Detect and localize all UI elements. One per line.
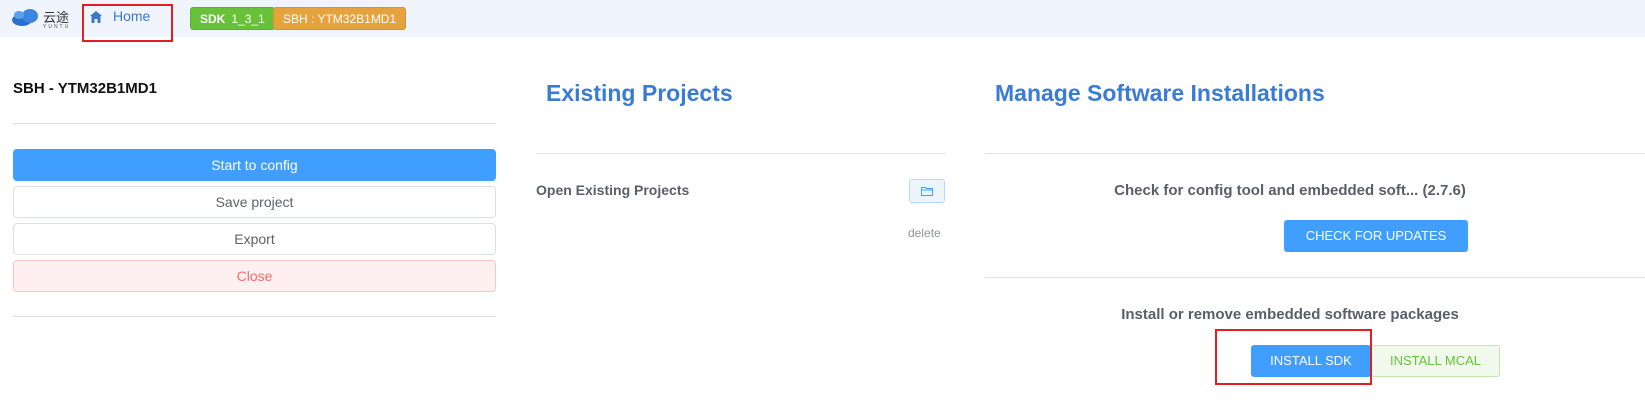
check-for-updates-button[interactable]: CHECK FOR UPDATES	[1284, 220, 1468, 252]
chip-title: SBH - YTM32B1MD1	[13, 80, 157, 97]
app-logo: 云途 YUNTU	[10, 4, 72, 32]
middle-divider	[536, 153, 945, 154]
left-divider-bottom	[13, 316, 496, 317]
open-folder-button[interactable]	[909, 179, 945, 203]
right-divider-top	[985, 153, 1645, 154]
install-packages-label: Install or remove embedded software pack…	[1121, 306, 1459, 323]
manage-software-title: Manage Software Installations	[995, 80, 1325, 106]
open-existing-projects-label: Open Existing Projects	[536, 182, 690, 198]
existing-projects-title: Existing Projects	[546, 80, 733, 106]
sdk-tag-version: 1_3_1	[231, 12, 265, 26]
logo-subtext: YUNTU	[43, 24, 71, 30]
left-divider-top	[13, 123, 496, 124]
cloud-logo-icon	[12, 9, 38, 26]
sbh-tag[interactable]: SBH : YTM32B1MD1	[273, 7, 407, 30]
home-icon	[90, 11, 102, 23]
home-label: Home	[113, 8, 151, 24]
top-bar: 云途 YUNTU Home SDK 1_3_1 SBH : YTM32B1MD1	[0, 0, 1645, 37]
close-button[interactable]: Close	[13, 260, 496, 292]
delete-link[interactable]: delete	[908, 226, 941, 240]
right-divider-bottom	[985, 277, 1645, 278]
folder-icon	[921, 187, 933, 196]
start-config-button[interactable]: Start to config	[13, 149, 496, 181]
sdk-tag-prefix: SDK	[200, 12, 226, 26]
save-project-button[interactable]: Save project	[13, 186, 496, 218]
install-sdk-button[interactable]: INSTALL SDK	[1251, 345, 1371, 377]
export-button[interactable]: Export	[13, 223, 496, 255]
sdk-version-tag[interactable]: SDK 1_3_1	[190, 7, 275, 30]
home-link[interactable]: Home	[82, 4, 172, 40]
check-updates-label: Check for config tool and embedded soft.…	[1114, 182, 1466, 199]
install-mcal-button[interactable]: INSTALL MCAL	[1371, 345, 1500, 377]
